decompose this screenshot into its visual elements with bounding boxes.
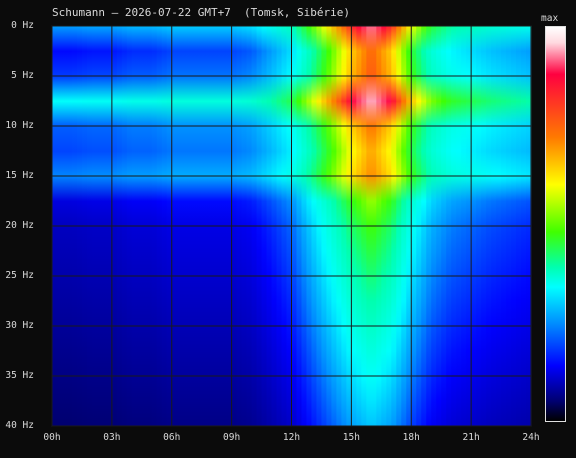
y-tick-label: 0 Hz bbox=[11, 20, 34, 31]
y-tick-label: 30 Hz bbox=[5, 320, 34, 331]
x-tick-label: 18h bbox=[402, 432, 420, 443]
x-tick-label: 09h bbox=[223, 432, 241, 443]
x-tick-label: 03h bbox=[103, 432, 121, 443]
y-tick-label: 25 Hz bbox=[5, 270, 34, 281]
colorbar-label: max bbox=[541, 13, 559, 24]
y-tick-label: 15 Hz bbox=[5, 170, 34, 181]
x-tick-label: 12h bbox=[282, 432, 301, 443]
y-tick-label: 10 Hz bbox=[5, 120, 34, 131]
x-tick-label: 06h bbox=[163, 432, 181, 443]
x-tick-label: 00h bbox=[43, 432, 61, 443]
y-tick-label: 20 Hz bbox=[5, 220, 34, 231]
y-tick-label: 35 Hz bbox=[5, 370, 34, 381]
colorbar bbox=[545, 26, 566, 422]
x-tick-label: 15h bbox=[342, 432, 360, 443]
y-tick-label: 40 Hz bbox=[5, 420, 34, 431]
y-tick-label: 5 Hz bbox=[11, 70, 34, 81]
x-tick-label: 24h bbox=[522, 432, 540, 443]
x-tick-label: 21h bbox=[462, 432, 480, 443]
spectrogram-plot bbox=[51, 25, 532, 427]
